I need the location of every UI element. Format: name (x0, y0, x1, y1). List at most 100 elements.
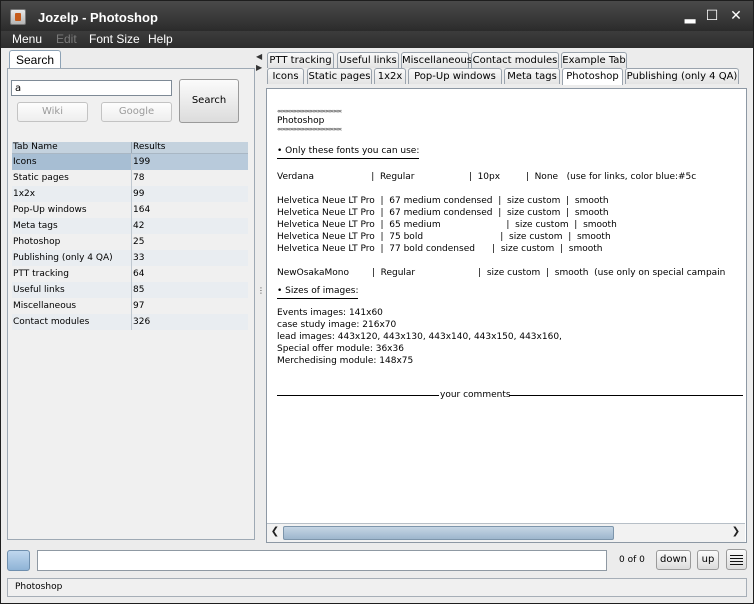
tab-useful-links[interactable]: Useful links (337, 52, 399, 68)
size-line: Events images: 141x60 (277, 308, 383, 318)
column-header-results[interactable]: Results (131, 142, 248, 153)
table-row[interactable]: Contact modules 326 (12, 314, 248, 330)
row-results: 33 (131, 250, 248, 266)
row-tab-name: Icons (13, 157, 37, 167)
row-tab-name: Useful links (13, 285, 65, 295)
close-icon[interactable]: ✕ (728, 8, 744, 24)
table-row[interactable]: 1x2x 99 (12, 186, 248, 202)
font-line (277, 183, 743, 195)
tab-pop-up-windows[interactable]: Pop-Up windows (408, 68, 502, 84)
find-match-count: 0 of 0 (619, 555, 645, 565)
table-header: Tab Name Results (12, 142, 248, 154)
comments-label: your comments (440, 390, 511, 400)
find-bar: 0 of 0 down up (1, 545, 753, 575)
search-button[interactable]: Search (179, 79, 239, 123)
google-button[interactable]: Google (101, 102, 172, 122)
row-tab-name: PTT tracking (13, 269, 69, 279)
row-results: 64 (131, 266, 248, 282)
find-down-button[interactable]: down (656, 550, 691, 570)
table-row[interactable]: Photoshop 25 (12, 234, 248, 250)
font-line: Helvetica Neue LT Pro | 65 medium | size… (277, 220, 617, 230)
font-line: Helvetica Neue LT Pro | 75 bold | size c… (277, 232, 611, 242)
table-row[interactable]: Icons 199 (12, 154, 248, 170)
row-results: 97 (131, 298, 248, 314)
document-view[interactable]: «««««««««««««««««««««««« Photoshop «««««««… (266, 88, 747, 543)
find-up-button[interactable]: up (697, 550, 719, 570)
font-line: Verdana | Regular | 10px | None (use for… (277, 172, 697, 182)
tab-row-top: PTT tracking Useful links Miscellaneous … (267, 52, 747, 68)
table-row[interactable]: Miscellaneous 97 (12, 298, 248, 314)
search-input[interactable] (11, 80, 172, 96)
row-results: 85 (131, 282, 248, 298)
doc-title: Photoshop (277, 116, 325, 126)
font-line: Helvetica Neue LT Pro | 67 medium conden… (277, 208, 609, 218)
table-row[interactable]: Static pages 78 (12, 170, 248, 186)
sizes-heading: • Sizes of images: (277, 285, 359, 299)
row-tab-name: Pop-Up windows (13, 205, 87, 215)
font-line: Helvetica Neue LT Pro | 67 medium conden… (277, 196, 609, 206)
tab-meta-tags[interactable]: Meta tags (504, 68, 560, 84)
menu-edit[interactable]: Edit (56, 32, 77, 46)
row-results: 42 (131, 218, 248, 234)
list-icon[interactable] (726, 549, 747, 570)
find-input[interactable] (37, 550, 607, 571)
row-results: 78 (131, 170, 248, 186)
tab-row-bottom: Icons Static pages 1x2x Pop-Up windows M… (267, 68, 747, 85)
row-results: 164 (131, 202, 248, 218)
font-line (277, 255, 743, 267)
menu-font-size[interactable]: Font Size (89, 32, 140, 46)
comments-separator: your comments (277, 389, 746, 401)
font-line: NewOsakaMono | Regular | size custom | s… (277, 268, 726, 278)
find-toggle-button[interactable] (7, 550, 30, 571)
tab-ptt-tracking[interactable]: PTT tracking (267, 52, 334, 68)
tab-1x2x[interactable]: 1x2x (374, 68, 406, 84)
menu-bar: Menu Edit Font Size Help (1, 31, 753, 48)
tab-example-tab[interactable]: Example Tab (561, 52, 627, 68)
row-tab-name: Static pages (13, 173, 69, 183)
row-results: 326 (131, 314, 248, 330)
font-line: Helvetica Neue LT Pro | 77 bold condense… (277, 244, 603, 254)
maximize-icon[interactable]: ☐ (704, 8, 720, 24)
table-row[interactable]: Publishing (only 4 QA) 33 (12, 250, 248, 266)
row-tab-name: Contact modules (13, 317, 90, 327)
expand-right-icon[interactable]: ▶ (256, 63, 262, 72)
tab-contact-modules[interactable]: Contact modules (471, 52, 559, 68)
window-title: Jozelp - Photoshop (38, 10, 158, 25)
wiki-button[interactable]: Wiki (17, 102, 88, 122)
menu-help[interactable]: Help (148, 32, 173, 46)
table-row[interactable]: PTT tracking 64 (12, 266, 248, 282)
scrollbar-thumb[interactable] (283, 526, 614, 540)
tab-static-pages[interactable]: Static pages (307, 68, 372, 84)
document-content: «««««««««««««««««««««««« Photoshop «««««««… (277, 97, 743, 391)
tab-publishing-only-4-qa[interactable]: Publishing (only 4 QA) (625, 68, 739, 84)
column-header-tab-name[interactable]: Tab Name (12, 142, 131, 153)
row-results: 25 (131, 234, 248, 250)
size-line: Merchedising module: 148x75 (277, 356, 414, 366)
size-line: Special offer module: 36x36 (277, 344, 404, 354)
table-row[interactable]: Meta tags 42 (12, 218, 248, 234)
tab-photoshop[interactable]: Photoshop (562, 68, 623, 85)
app-icon (10, 9, 26, 25)
fonts-heading: • Only these fonts you can use: (277, 145, 420, 159)
row-tab-name: Photoshop (13, 237, 61, 247)
title-bar: Jozelp - Photoshop ▂ ☐ ✕ (1, 1, 753, 31)
menu-menu[interactable]: Menu (12, 32, 42, 46)
table-row[interactable]: Useful links 85 (12, 282, 248, 298)
collapse-left-icon[interactable]: ◀ (256, 52, 262, 61)
split-pane-divider[interactable]: ◀ ▶ ⋮ (255, 50, 265, 542)
row-tab-name: Miscellaneous (13, 301, 77, 311)
separator-line-right (509, 395, 743, 396)
tab-search[interactable]: Search (9, 50, 61, 69)
table-row[interactable]: Pop-Up windows 164 (12, 202, 248, 218)
tab-miscellaneous[interactable]: Miscellaneous (401, 52, 472, 68)
horizontal-scrollbar[interactable]: ❮ ❯ (267, 523, 745, 542)
size-line: lead images: 443x120, 443x130, 443x140, … (277, 332, 562, 342)
scroll-right-icon[interactable]: ❯ (730, 526, 742, 538)
scroll-left-icon[interactable]: ❮ (269, 526, 281, 538)
status-bar: Photoshop (7, 578, 747, 597)
tab-icons[interactable]: Icons (267, 68, 304, 84)
minimize-icon[interactable]: ▂ (682, 8, 698, 24)
application-window: Jozelp - Photoshop ▂ ☐ ✕ Menu Edit Font … (0, 0, 754, 604)
size-line: case study image: 216x70 (277, 320, 397, 330)
drag-handle-icon[interactable]: ⋮ (257, 286, 265, 295)
